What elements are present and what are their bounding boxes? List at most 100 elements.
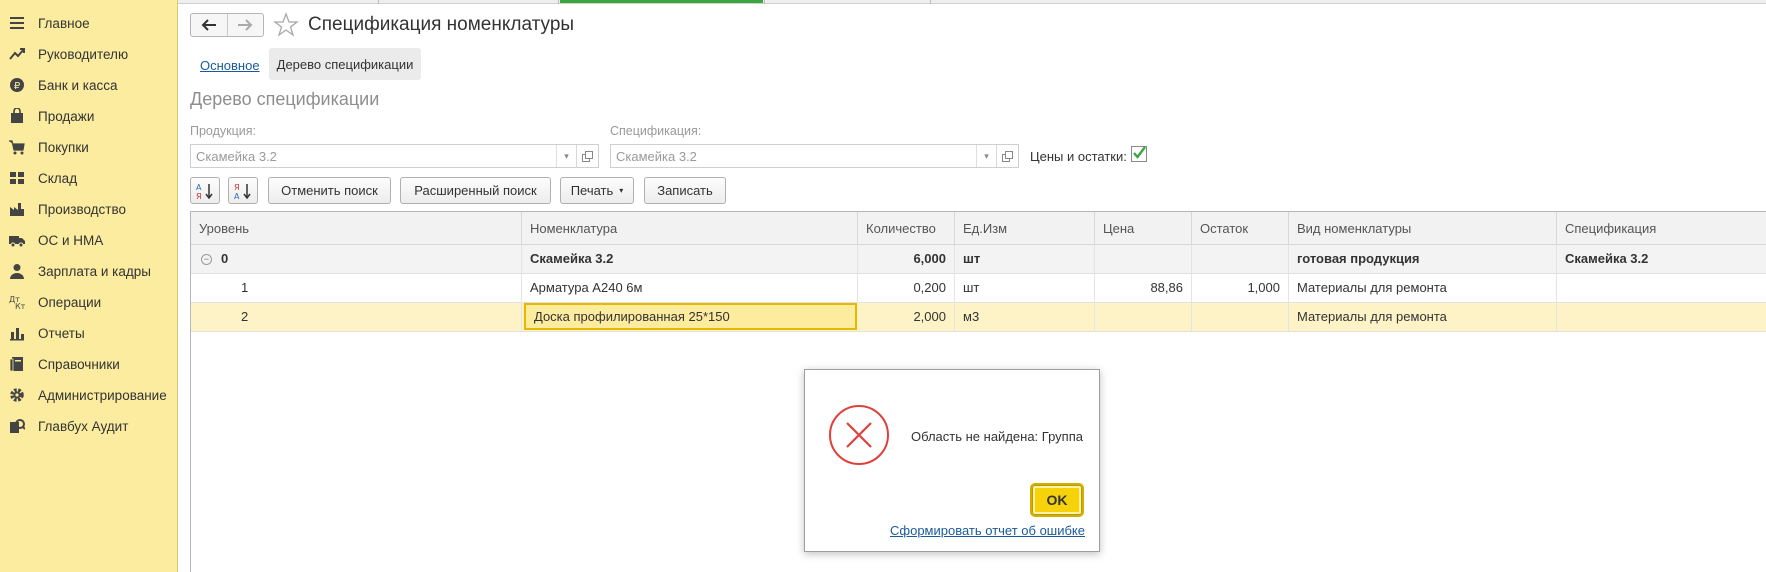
sidebar-item-audit[interactable]: Главбух Аудит: [0, 413, 177, 439]
cell-spec: Скамейка 3.2: [1565, 251, 1649, 266]
open-windows-strip[interactable]: [178, 0, 1766, 4]
save-button[interactable]: Записать: [644, 177, 726, 204]
sort-descending-button[interactable]: ЯА: [228, 177, 258, 204]
window-tab-divider: [764, 0, 765, 4]
sidebar-item-production[interactable]: Производство: [0, 196, 177, 222]
cell-kind: Материалы для ремонта: [1289, 303, 1557, 331]
sidebar-item-label: Справочники: [38, 356, 120, 372]
cell-unit: шт: [955, 245, 1095, 273]
sidebar-item-label: Производство: [38, 201, 127, 217]
forward-button[interactable]: [226, 14, 263, 36]
sidebar-item-main[interactable]: Главное: [0, 10, 177, 36]
column-header-unit[interactable]: Ед.Изм: [955, 212, 1095, 245]
sort-ascending-button[interactable]: АЯ: [190, 177, 220, 204]
back-button[interactable]: [191, 14, 227, 36]
column-header-quantity[interactable]: Количество: [858, 212, 955, 245]
sidebar-item-label: Покупки: [38, 139, 89, 155]
coin-icon: ₽: [9, 77, 25, 93]
spec-dropdown-button[interactable]: ▾: [976, 145, 996, 167]
audit-icon: [9, 418, 25, 434]
column-header-price[interactable]: Цена: [1095, 212, 1192, 245]
table-row-selected[interactable]: 2 Доска профилированная 25*150 2,000 м3 …: [191, 303, 1766, 332]
sidebar-item-salary[interactable]: Зарплата и кадры: [0, 258, 177, 284]
sidebar-item-label: Продажи: [38, 108, 95, 124]
column-header-spec[interactable]: Спецификация: [1557, 212, 1766, 245]
print-button-label: Печать: [570, 183, 614, 198]
arrow-left-icon: [201, 19, 216, 31]
spec-label: Спецификация:: [610, 124, 702, 138]
column-header-level[interactable]: Уровень: [191, 212, 522, 245]
column-header-item[interactable]: Номенклатура: [522, 212, 858, 245]
cell-price: [1095, 303, 1192, 331]
sidebar-item-label: Склад: [38, 170, 78, 186]
sidebar-item-warehouse[interactable]: Склад: [0, 165, 177, 191]
cell-price: 88,86: [1095, 274, 1192, 302]
cell-quantity: 6,000: [858, 245, 955, 273]
sidebar-item-catalogs[interactable]: Справочники: [0, 351, 177, 377]
sidebar-item-reports[interactable]: Отчеты: [0, 320, 177, 346]
cell-quantity: 0,200: [858, 274, 955, 302]
svg-text:Я: Я: [196, 192, 202, 201]
sidebar-item-label: Отчеты: [38, 325, 85, 341]
sidebar-item-label: Руководителю: [38, 46, 129, 62]
column-header-kind[interactable]: Вид номенклатуры: [1289, 212, 1557, 245]
warehouse-icon: [9, 170, 25, 186]
collapse-toggle-icon[interactable]: −: [201, 254, 212, 265]
spec-input[interactable]: [611, 145, 976, 167]
sidebar-item-label: Главное: [38, 15, 90, 31]
factory-icon: [9, 201, 25, 217]
prices-stock-label: Цены и остатки:: [1030, 149, 1127, 164]
arrow-right-icon: [238, 19, 253, 31]
window-tab-divider: [930, 0, 931, 4]
table-row[interactable]: 1 Арматура А240 6м 0,200 шт 88,86 1,000 …: [191, 274, 1766, 303]
svg-text:А: А: [234, 192, 240, 201]
sidebar-item-operations[interactable]: Дт Кт Операции: [0, 289, 177, 315]
chevron-down-icon: ▾: [984, 150, 989, 161]
person-icon: [9, 263, 25, 279]
print-button[interactable]: Печать ▾: [560, 177, 634, 204]
error-report-link[interactable]: Сформировать отчет об ошибке: [890, 523, 1085, 538]
active-window-tab[interactable]: [560, 0, 763, 3]
sidebar-item-purchases[interactable]: Покупки: [0, 134, 177, 160]
cell-item: Скамейка 3.2: [522, 245, 858, 273]
cancel-search-button[interactable]: Отменить поиск: [268, 177, 391, 204]
chevron-down-icon: ▾: [619, 186, 624, 195]
product-input[interactable]: [191, 145, 556, 167]
spec-open-button[interactable]: [996, 145, 1018, 167]
sidebar-item-label: Операции: [38, 294, 102, 310]
chevron-down-icon: ▾: [564, 150, 569, 161]
table-row[interactable]: − 0 Скамейка 3.2 6,000 шт готовая продук…: [191, 245, 1766, 274]
error-x-icon: [829, 405, 889, 465]
sidebar-item-label: Администрирование: [38, 387, 167, 403]
cell-price: [1095, 245, 1192, 273]
cell-spec: [1557, 303, 1766, 331]
prices-stock-checkbox[interactable]: [1131, 146, 1147, 162]
cell-stock: [1192, 245, 1289, 273]
checkmark-icon: [1133, 146, 1146, 159]
navigation-buttons: [190, 13, 264, 37]
open-window-icon: [1002, 150, 1013, 162]
cell-unit: шт: [955, 274, 1095, 302]
ok-button[interactable]: OK: [1030, 483, 1084, 517]
sidebar-item-admin[interactable]: Администрирование: [0, 382, 177, 408]
sidebar: Главное Руководителю ₽ Банк и касса Прод…: [0, 0, 178, 572]
sidebar-item-manager[interactable]: Руководителю: [0, 41, 177, 67]
window-tab-divider: [558, 0, 559, 4]
sidebar-item-assets[interactable]: ОС и НМА: [0, 227, 177, 253]
bag-icon: [9, 108, 25, 124]
sidebar-item-bank[interactable]: ₽ Банк и касса: [0, 72, 177, 98]
tab-basic[interactable]: Основное: [200, 58, 260, 73]
favorite-star-icon[interactable]: [273, 12, 299, 38]
column-header-stock[interactable]: Остаток: [1192, 212, 1289, 245]
cell-unit: м3: [955, 303, 1095, 331]
cart-icon: [9, 139, 25, 155]
sidebar-item-sales[interactable]: Продажи: [0, 103, 177, 129]
product-dropdown-button[interactable]: ▾: [556, 145, 576, 167]
cell-item-focused[interactable]: Доска профилированная 25*150: [524, 303, 857, 330]
tab-spec-tree[interactable]: Дерево спецификации: [269, 48, 421, 80]
product-open-button[interactable]: [576, 145, 598, 167]
advanced-search-button[interactable]: Расширенный поиск: [400, 177, 551, 204]
error-message: Область не найдена: Группа: [911, 429, 1083, 444]
operations-icon: Дт Кт: [9, 294, 25, 310]
sidebar-item-label: ОС и НМА: [38, 232, 104, 248]
